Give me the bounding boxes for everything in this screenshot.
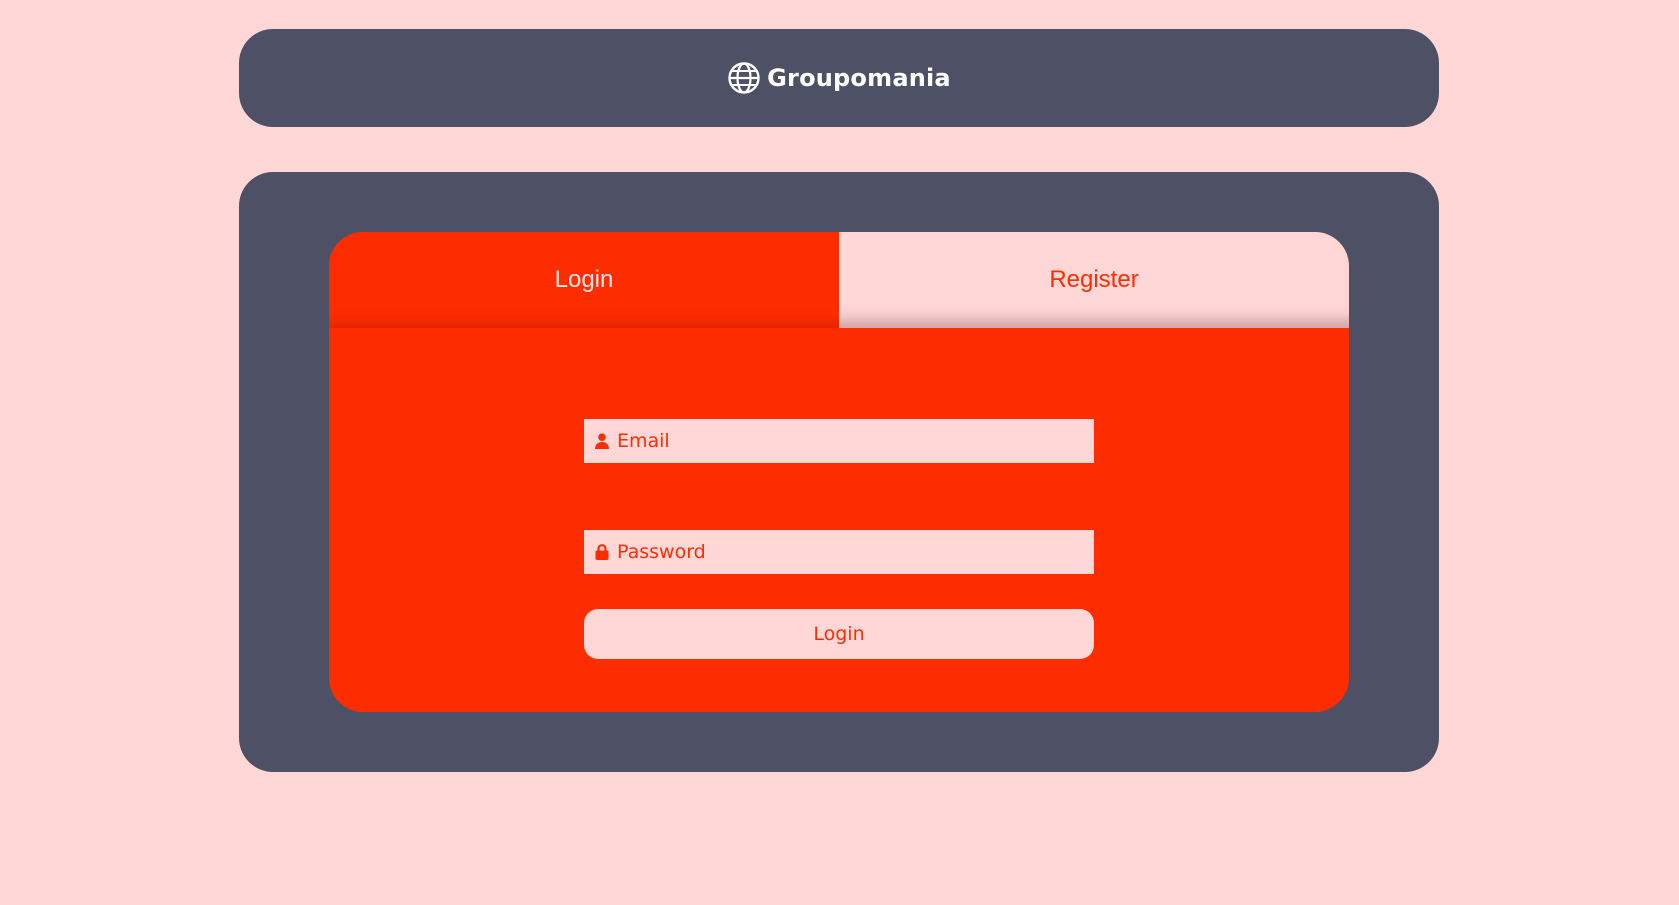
brand-name: Groupomania: [767, 64, 951, 92]
email-input[interactable]: [617, 430, 1087, 452]
tab-login[interactable]: Login: [329, 232, 839, 328]
password-field-wrapper: [584, 530, 1094, 574]
lock-icon: [595, 544, 609, 560]
auth-tabs: Login Register: [329, 232, 1349, 328]
site-header: Groupomania: [239, 29, 1439, 127]
login-button[interactable]: Login: [584, 609, 1094, 659]
globe-icon: [728, 62, 760, 94]
user-icon: [595, 433, 609, 449]
tab-register[interactable]: Register: [839, 232, 1349, 328]
password-input[interactable]: [617, 541, 1087, 563]
brand-logo[interactable]: Groupomania: [727, 61, 951, 95]
auth-card: Login Register Login: [329, 232, 1349, 712]
auth-panel: Login Register Login: [239, 172, 1439, 772]
email-field-wrapper: [584, 419, 1094, 463]
